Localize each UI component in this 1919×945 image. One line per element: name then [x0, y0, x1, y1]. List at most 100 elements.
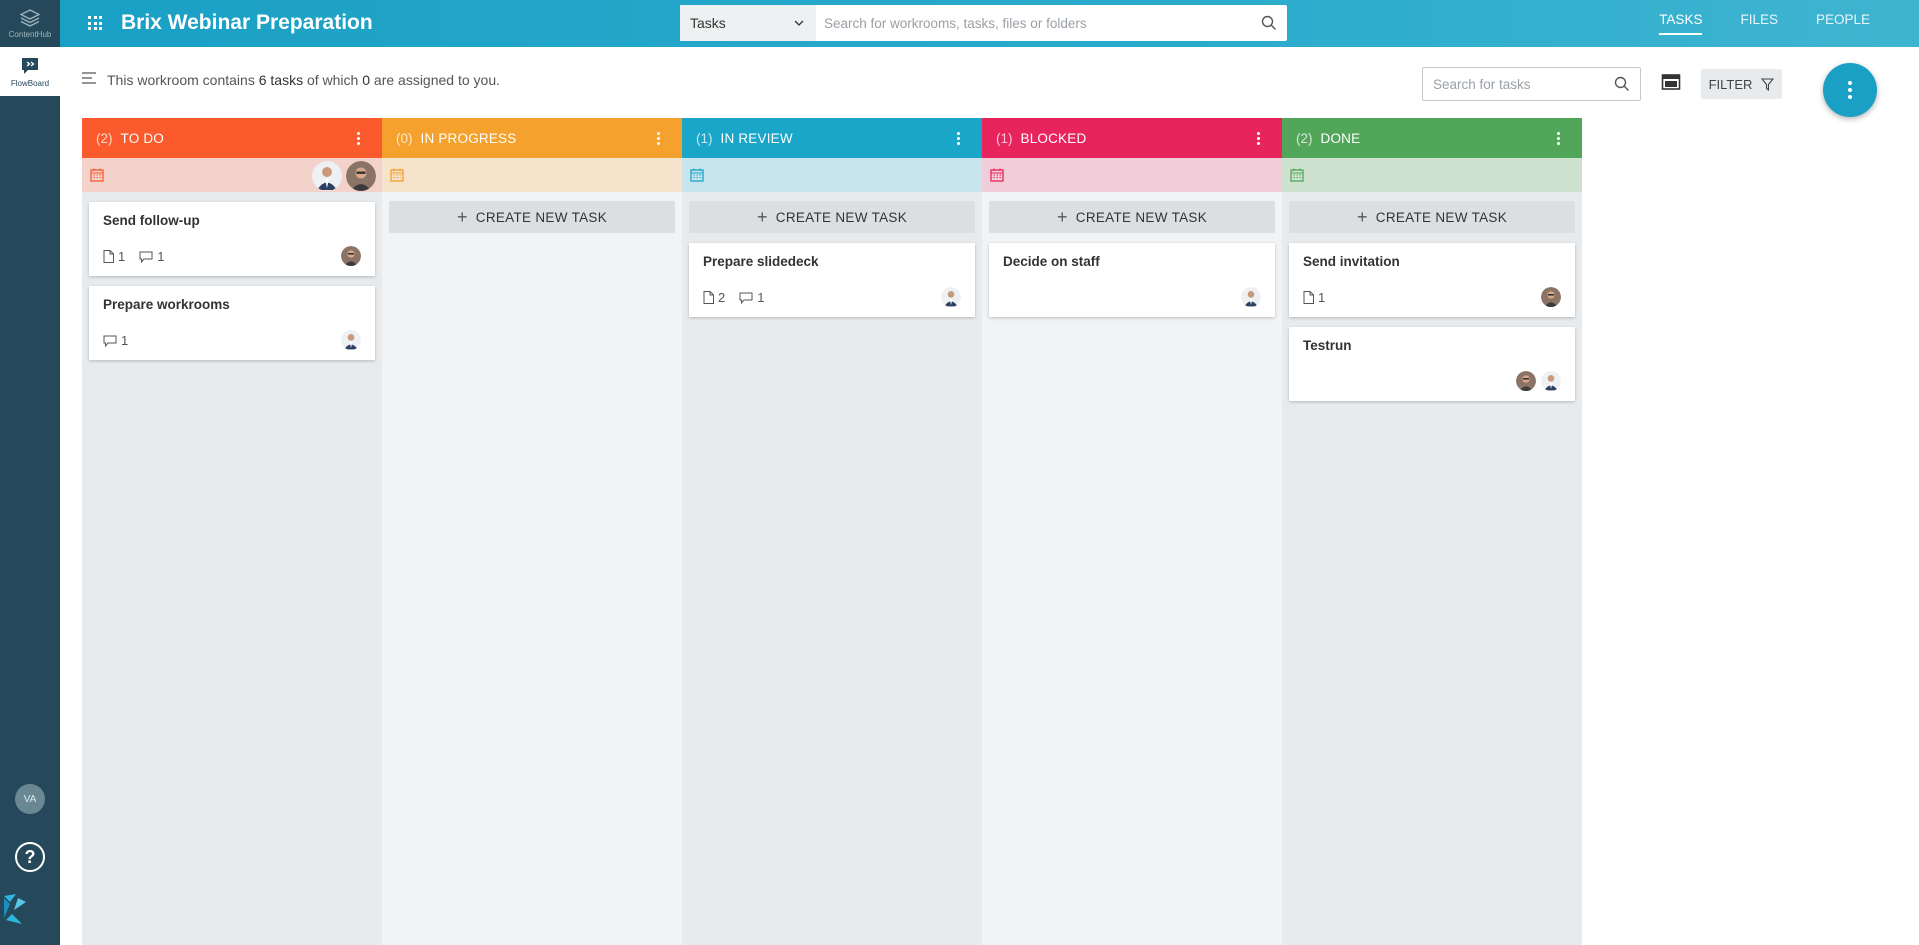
task-search-input[interactable] [1433, 76, 1614, 92]
task-title: Send invitation [1303, 254, 1400, 269]
avatar[interactable] [1541, 371, 1561, 391]
app-grid-icon[interactable] [88, 16, 102, 30]
create-task-label: CREATE NEW TASK [775, 209, 908, 225]
avatar[interactable] [341, 330, 361, 350]
column-header: (0) IN PROGRESS [382, 118, 682, 158]
summary-prefix: This workroom contains [107, 72, 255, 88]
menu-icon[interactable] [82, 72, 96, 84]
summary-task-count: 6 tasks [258, 72, 304, 88]
calendar-icon[interactable] [690, 168, 704, 182]
card-list: Send follow-up 1 1 Prepare workrooms 1 [82, 202, 382, 360]
workroom-title: Brix Webinar Preparation [121, 11, 373, 34]
file-icon [703, 291, 714, 304]
rail-app-contenthub[interactable]: ContentHub [0, 0, 60, 47]
comment-icon [139, 251, 153, 263]
task-meta: 1 [103, 333, 136, 348]
file-icon [103, 250, 114, 263]
calendar-icon[interactable] [1290, 168, 1304, 182]
avatar[interactable] [941, 287, 961, 307]
column-label: TO DO [120, 130, 165, 146]
task-card[interactable]: Prepare slidedeck 2 1 [689, 243, 975, 317]
task-search-field [1422, 67, 1641, 101]
card-list: Decide on staff [982, 243, 1282, 317]
comment-count: 1 [157, 249, 165, 264]
task-card[interactable]: Testrun [1289, 327, 1575, 401]
calendar-icon[interactable] [990, 168, 1004, 182]
task-title: Decide on staff [1003, 254, 1100, 269]
plus-icon: + [756, 207, 768, 227]
column-label: IN REVIEW [720, 130, 793, 146]
column-subheader [982, 158, 1282, 192]
column-assignees [312, 161, 376, 191]
more-actions-button[interactable] [1823, 63, 1877, 117]
column-count: (0) [396, 130, 413, 146]
plus-icon: + [1356, 207, 1368, 227]
column-header: (1) IN REVIEW [682, 118, 982, 158]
task-assignees [1516, 371, 1561, 391]
nav-tasks[interactable]: TASKS [1640, 12, 1721, 35]
task-title: Prepare workrooms [103, 297, 230, 312]
avatar[interactable] [312, 161, 342, 191]
task-assignees [1541, 287, 1561, 307]
global-search-bar: Tasks [680, 5, 1287, 41]
layers-icon [20, 8, 40, 27]
calendar-icon[interactable] [90, 168, 104, 182]
top-bar: Brix Webinar Preparation Tasks TASKS FIL… [60, 0, 1919, 47]
column-label: BLOCKED [1020, 130, 1087, 146]
create-task-button[interactable]: + CREATE NEW TASK [689, 201, 975, 233]
nav-files[interactable]: FILES [1721, 12, 1797, 27]
search-scope-value: Tasks [690, 15, 726, 31]
create-task-button[interactable]: + CREATE NEW TASK [389, 201, 675, 233]
task-title: Testrun [1303, 338, 1352, 353]
avatar[interactable] [341, 246, 361, 266]
create-task-button[interactable]: + CREATE NEW TASK [989, 201, 1275, 233]
avatar[interactable] [1541, 287, 1561, 307]
file-icon [1303, 291, 1314, 304]
column-menu-icon[interactable] [357, 131, 360, 145]
create-task-button[interactable]: + CREATE NEW TASK [1289, 201, 1575, 233]
column-menu-icon[interactable] [957, 131, 960, 145]
column-count: (1) [696, 130, 713, 146]
column-menu-icon[interactable] [1257, 131, 1260, 145]
avatar[interactable] [346, 161, 376, 191]
column-in-progress: (0) IN PROGRESS + CREATE NEW TASK [382, 118, 682, 945]
column-subheader [82, 158, 382, 192]
task-assignees [341, 330, 361, 350]
task-card[interactable]: Decide on staff [989, 243, 1275, 317]
task-card[interactable]: Prepare workrooms 1 [89, 286, 375, 360]
filter-button[interactable]: FILTER [1701, 69, 1782, 99]
create-task-label: CREATE NEW TASK [1375, 209, 1508, 225]
column-menu-icon[interactable] [657, 131, 660, 145]
task-card[interactable]: Send follow-up 1 1 [89, 202, 375, 276]
top-nav: TASKS FILES PEOPLE [1640, 12, 1889, 35]
rail-app-flowboard[interactable]: FlowBoard [0, 47, 60, 96]
nav-people[interactable]: PEOPLE [1797, 12, 1889, 27]
summary-middle: of which [306, 72, 359, 88]
filter-icon [1761, 77, 1775, 91]
user-avatar[interactable]: VA [15, 784, 45, 814]
search-scope-select[interactable]: Tasks [680, 5, 816, 41]
avatar[interactable] [1516, 371, 1536, 391]
help-icon[interactable]: ? [15, 842, 45, 872]
column-subheader [1282, 158, 1582, 192]
global-search-input[interactable] [824, 15, 1261, 31]
board-view-icon[interactable] [1661, 73, 1681, 91]
column-label: IN PROGRESS [420, 130, 517, 146]
comment-count: 1 [121, 333, 129, 348]
task-card[interactable]: Send invitation 1 [1289, 243, 1575, 317]
task-assignees [1241, 287, 1261, 307]
avatar[interactable] [1241, 287, 1261, 307]
create-task-label: CREATE NEW TASK [475, 209, 608, 225]
column-menu-icon[interactable] [1557, 131, 1560, 145]
search-icon[interactable] [1261, 15, 1277, 31]
task-assignees [941, 287, 961, 307]
summary-suffix: are assigned to you. [373, 72, 500, 88]
task-board: (2) TO DO Send follow-up 1 1 Prepare wor… [82, 118, 1582, 945]
task-meta: 2 1 [703, 290, 772, 305]
column-todo: (2) TO DO Send follow-up 1 1 Prepare wor… [82, 118, 382, 945]
search-icon[interactable] [1614, 76, 1630, 92]
comment-icon [103, 335, 117, 347]
column-label: DONE [1320, 130, 1361, 146]
calendar-icon[interactable] [390, 168, 404, 182]
column-done: (2) DONE + CREATE NEW TASK Send invitati… [1282, 118, 1582, 945]
